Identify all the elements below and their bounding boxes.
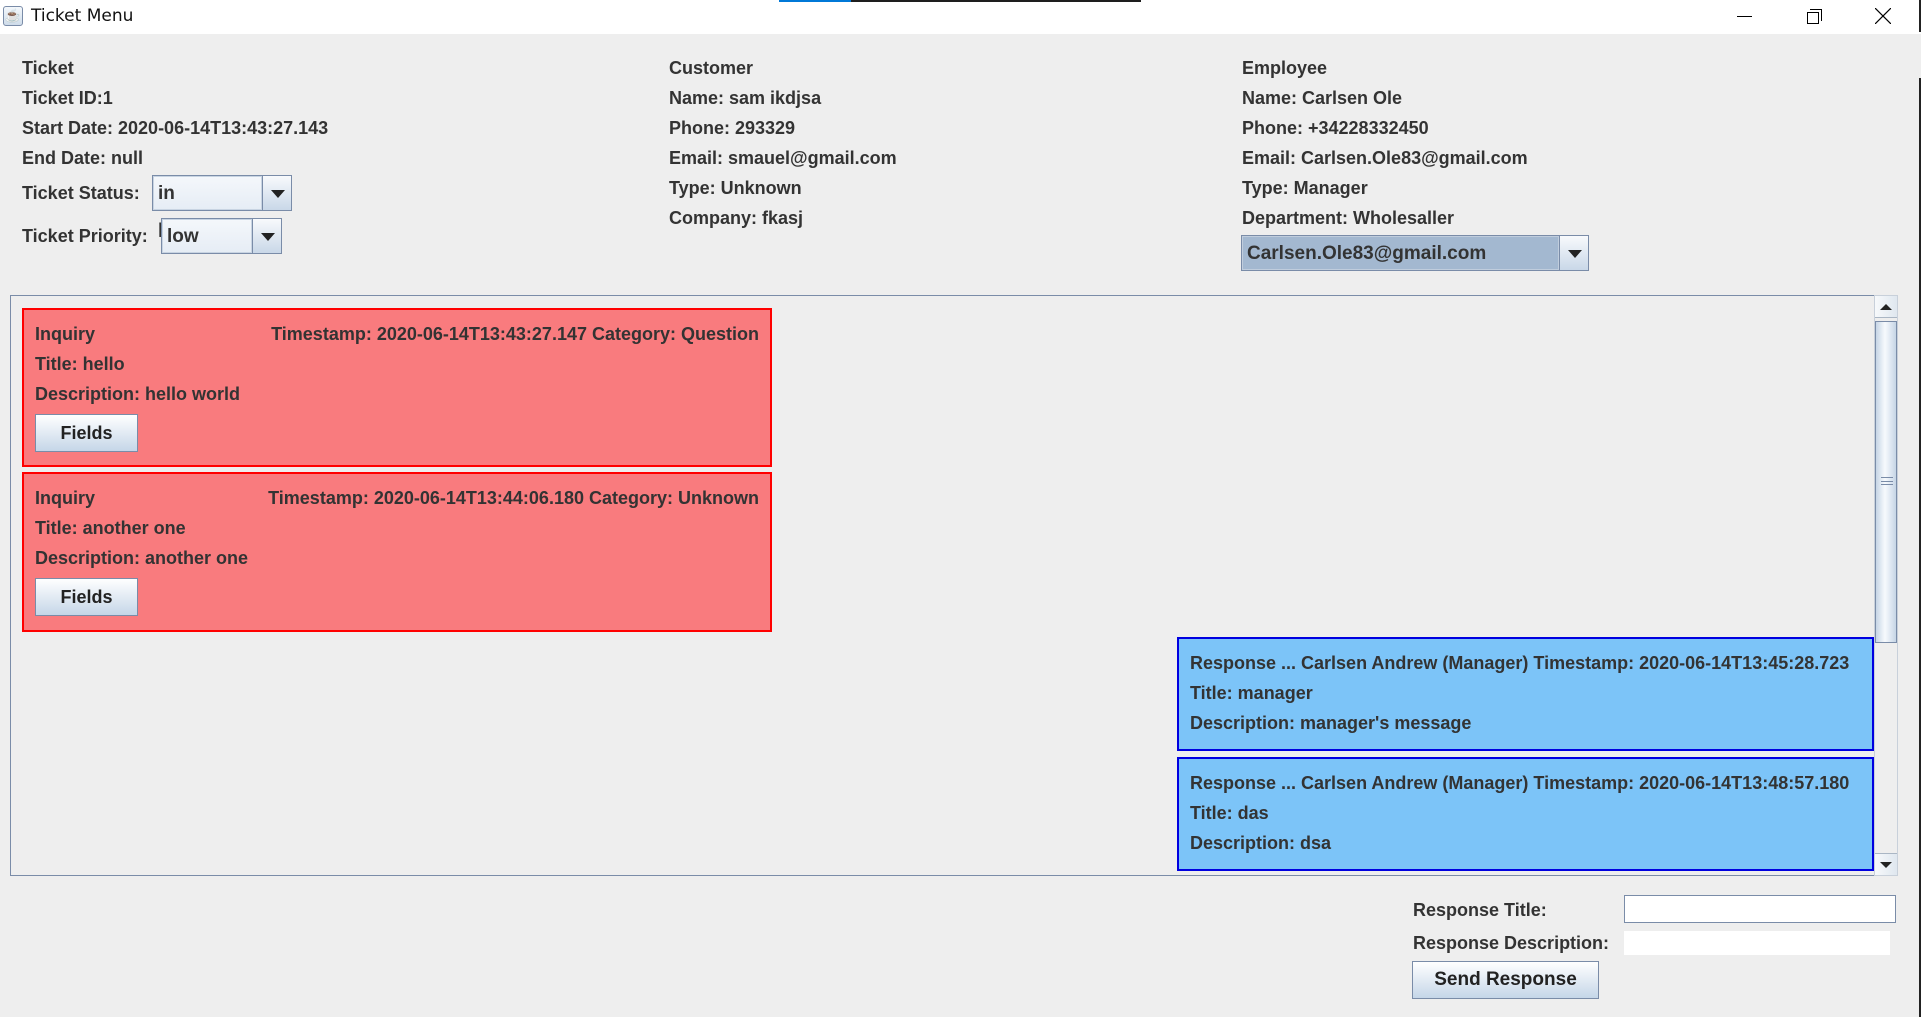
response-description: Description: dsa — [1190, 833, 1332, 853]
customer-email: Email: smauel@gmail.com — [669, 148, 897, 168]
java-cup-icon: ☕ — [3, 6, 23, 26]
response-title: Title: das — [1190, 803, 1269, 823]
response-header: Response ... Carlsen Andrew (Manager) Ti… — [1190, 773, 1850, 793]
response-description-label: Response Description: — [1413, 933, 1610, 953]
ticket-priority-dropdown[interactable]: low — [161, 218, 282, 254]
ticket-end-date: End Date: null — [22, 148, 143, 168]
fields-button[interactable]: Fields — [35, 578, 138, 616]
employee-info: Employee Name: Carlsen Ole Phone: +34228… — [1242, 56, 1528, 236]
grip-icon — [1881, 477, 1893, 485]
employee-phone: Phone: +34228332450 — [1242, 118, 1429, 138]
ticket-status-dropdown[interactable]: in progress — [152, 175, 292, 238]
ticket-priority-label: Ticket Priority: — [22, 225, 148, 246]
ticket-status-row: Ticket Status: in progress — [22, 175, 292, 238]
scroll-up-arrow-icon[interactable] — [1875, 296, 1897, 318]
ticket-status-label: Ticket Status: — [22, 182, 140, 203]
minimize-icon — [1737, 16, 1752, 17]
customer-type: Type: Unknown — [669, 178, 802, 198]
ticket-info: Ticket Ticket ID:1 Start Date: 2020-06-1… — [22, 56, 328, 176]
inquiry-header: Inquiry Timestamp: 2020-06-14T13:43:27.1… — [35, 322, 759, 352]
employee-email-dropdown[interactable]: Carlsen.Ole83@gmail.com — [1241, 235, 1589, 271]
response-title-input[interactable] — [1624, 895, 1896, 923]
employee-name: Name: Carlsen Ole — [1242, 88, 1403, 108]
close-icon — [1875, 8, 1891, 24]
inquiry-title: Title: hello — [35, 354, 125, 374]
send-response-button[interactable]: Send Response — [1412, 961, 1599, 999]
restore-icon — [1807, 12, 1819, 24]
inquiry-meta: Timestamp: 2020-06-14T13:43:27.147 Categ… — [271, 324, 759, 344]
close-button[interactable] — [1855, 0, 1911, 34]
ticket-heading: Ticket — [22, 58, 74, 78]
employee-department: Department: Wholesaller — [1242, 208, 1455, 228]
customer-heading: Customer — [669, 58, 754, 78]
response-description-input[interactable] — [1624, 931, 1890, 955]
response-title: Title: manager — [1190, 683, 1313, 703]
response-title-label: Response Title: — [1413, 900, 1547, 920]
inquiry-description: Description: hello world — [35, 384, 241, 404]
customer-phone: Phone: 293329 — [669, 118, 796, 138]
inquiry-label: Inquiry — [35, 488, 96, 508]
restore-button[interactable] — [1785, 0, 1841, 34]
taskbar-strip — [779, 0, 1141, 2]
inquiry-card: Inquiry Timestamp: 2020-06-14T13:44:06.1… — [22, 472, 772, 632]
ticket-start-date: Start Date: 2020-06-14T13:43:27.143 — [22, 118, 329, 138]
fields-button[interactable]: Fields — [35, 414, 138, 452]
ticket-priority-value: low — [162, 219, 252, 253]
employee-heading: Employee — [1242, 58, 1328, 78]
response-description: Description: manager's message — [1190, 713, 1472, 733]
chevron-down-icon[interactable] — [252, 219, 281, 253]
inquiry-label: Inquiry — [35, 324, 96, 344]
inquiry-description: Description: another one — [35, 548, 249, 568]
ticket-priority-row: Ticket Priority: low — [22, 218, 282, 254]
response-card: Response ... Carlsen Andrew (Manager) Ti… — [1177, 637, 1874, 751]
employee-email-selected: Carlsen.Ole83@gmail.com — [1242, 236, 1559, 270]
employee-email: Email: Carlsen.Ole83@gmail.com — [1242, 148, 1528, 168]
ticket-status-value: in progress — [153, 176, 262, 238]
response-header: Response ... Carlsen Andrew (Manager) Ti… — [1190, 653, 1850, 673]
chevron-down-icon[interactable] — [1559, 236, 1588, 270]
inquiry-header: Inquiry Timestamp: 2020-06-14T13:44:06.1… — [35, 486, 759, 516]
minimize-button[interactable] — [1716, 0, 1772, 34]
customer-info: Customer Name: sam ikdjsa Phone: 293329 … — [669, 56, 897, 236]
title-bar: ☕ Ticket Menu — [0, 0, 1921, 34]
inquiry-meta: Timestamp: 2020-06-14T13:44:06.180 Categ… — [268, 488, 759, 508]
chevron-down-icon[interactable] — [262, 176, 291, 210]
scroll-down-arrow-icon[interactable] — [1875, 853, 1897, 875]
inquiry-card: Inquiry Timestamp: 2020-06-14T13:43:27.1… — [22, 308, 772, 467]
customer-company: Company: fkasj — [669, 208, 804, 228]
scrollbar-thumb[interactable] — [1875, 321, 1897, 643]
customer-name: Name: sam ikdjsa — [669, 88, 822, 108]
employee-type: Type: Manager — [1242, 178, 1368, 198]
inquiry-title: Title: another one — [35, 518, 186, 538]
vertical-scrollbar[interactable] — [1874, 295, 1898, 876]
taskbar-accent — [779, 0, 851, 2]
messages-panel[interactable]: Inquiry Timestamp: 2020-06-14T13:43:27.1… — [10, 295, 1886, 876]
response-card: Response ... Carlsen Andrew (Manager) Ti… — [1177, 757, 1874, 871]
ticket-id: Ticket ID:1 — [22, 88, 113, 108]
window-title: Ticket Menu — [31, 6, 134, 26]
